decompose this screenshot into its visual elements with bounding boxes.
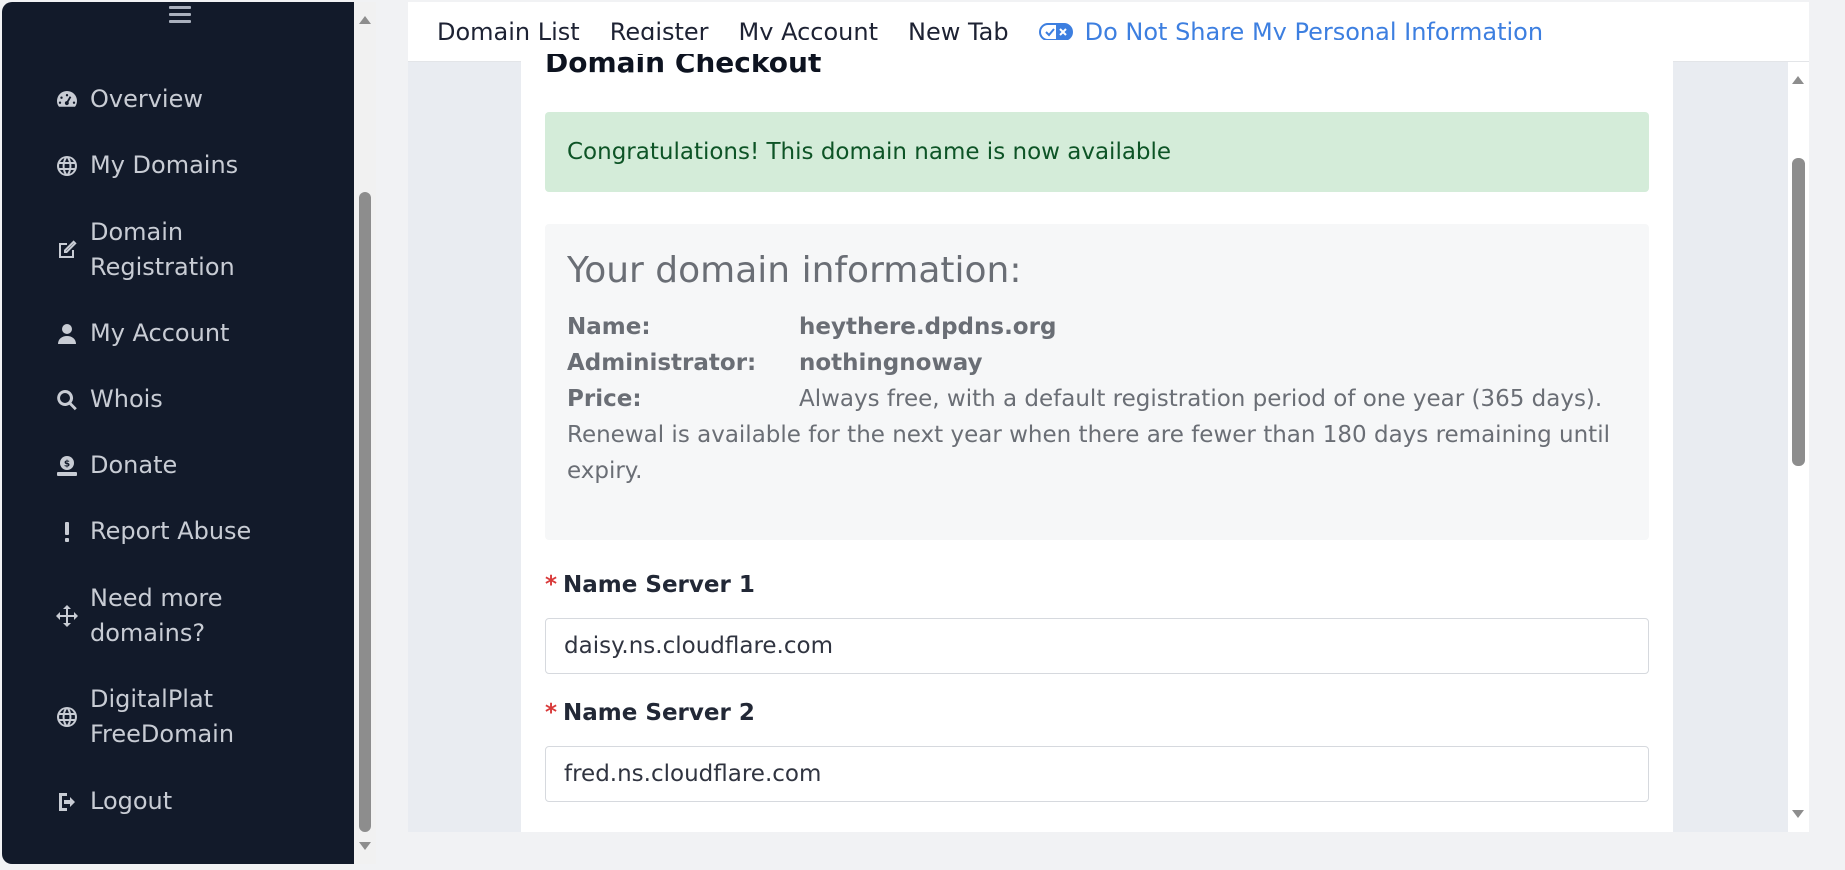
price-label: Price: (567, 386, 642, 412)
exclamation-icon (54, 519, 80, 545)
sidebar-item-need-more-domains[interactable]: Need more domains? (54, 581, 223, 651)
name-server-2-label-text: Name Server 2 (563, 700, 755, 726)
sidebar-item-donate[interactable]: $ Donate (54, 448, 177, 483)
sidebar-item-report-abuse[interactable]: Report Abuse (54, 514, 251, 549)
privacy-toggle-icon (1038, 22, 1073, 41)
administrator-label: Administrator: (567, 350, 757, 376)
info-row-name: Name: heythere.dpdns.org (567, 309, 1627, 345)
scrollbar-thumb[interactable] (1792, 158, 1805, 466)
price-value: Always free, with a default registration… (567, 386, 1610, 484)
sidebar-item-logout[interactable]: Logout (54, 784, 172, 819)
svg-text:$: $ (64, 459, 70, 469)
name-server-1-label: * Name Server 1 (545, 572, 755, 598)
arrows-move-icon (54, 603, 80, 629)
sidebar-item-label: Logout (90, 787, 173, 815)
sidebar-item-domain-registration[interactable]: Domain Registration (54, 215, 235, 285)
name-server-1-label-text: Name Server 1 (563, 572, 755, 598)
name-value: heythere.dpdns.org (799, 314, 1057, 340)
sidebar-item-label: Domain Registration (90, 218, 235, 281)
sidebar-item-my-account[interactable]: My Account (54, 316, 229, 351)
required-marker: * (545, 572, 558, 598)
sidebar-scrollbar[interactable] (354, 2, 376, 864)
info-row-administrator: Administrator: nothingnoway (567, 345, 1627, 381)
name-server-2-label: * Name Server 2 (545, 700, 755, 726)
scrollbar-thumb[interactable] (359, 192, 371, 832)
globe-icon (54, 153, 80, 179)
content-scrollbar[interactable] (1788, 62, 1809, 832)
hamburger-menu-icon[interactable] (169, 6, 191, 23)
globe-icon (54, 704, 80, 730)
info-row-price: Price: Always free, with a default regis… (567, 381, 1627, 489)
sidebar-item-label: Report Abuse (90, 517, 252, 545)
sidebar: Overview My Domains Domain Registration … (2, 2, 354, 864)
required-marker: * (545, 700, 558, 726)
scroll-up-arrow-icon[interactable] (1792, 76, 1804, 84)
name-server-2-input[interactable] (545, 746, 1649, 802)
sidebar-item-digitalplat-freedomain[interactable]: DigitalPlat FreeDomain (54, 682, 234, 752)
donate-icon: $ (54, 453, 80, 479)
app-window: Overview My Domains Domain Registration … (0, 0, 1845, 870)
domain-info-heading: Your domain information: (567, 250, 1022, 291)
logout-icon (54, 789, 80, 815)
sidebar-item-label: My Domains (90, 151, 239, 179)
administrator-value: nothingnoway (799, 350, 983, 376)
scroll-up-arrow-icon[interactable] (359, 16, 371, 24)
sidebar-item-label: Need more domains? (90, 584, 223, 647)
name-label: Name: (567, 314, 651, 340)
scroll-down-arrow-icon[interactable] (1792, 810, 1804, 818)
gauge-icon (54, 87, 80, 113)
success-alert: Congratulations! This domain name is now… (545, 112, 1649, 192)
sidebar-item-label: My Account (90, 319, 230, 347)
user-icon (54, 321, 80, 347)
sidebar-item-overview[interactable]: Overview (54, 82, 203, 117)
search-icon (54, 387, 80, 413)
sidebar-item-label: Donate (90, 451, 178, 479)
sidebar-item-my-domains[interactable]: My Domains (54, 148, 238, 183)
sidebar-item-label: Overview (90, 85, 203, 113)
name-server-1-input[interactable] (545, 618, 1649, 674)
domain-info-panel: Your domain information: Name: heythere.… (545, 224, 1649, 540)
edit-icon (54, 237, 80, 263)
sidebar-item-whois[interactable]: Whois (54, 382, 163, 417)
scroll-down-arrow-icon[interactable] (359, 842, 371, 850)
sidebar-item-label: Whois (90, 385, 163, 413)
sidebar-item-label: DigitalPlat FreeDomain (90, 685, 235, 748)
